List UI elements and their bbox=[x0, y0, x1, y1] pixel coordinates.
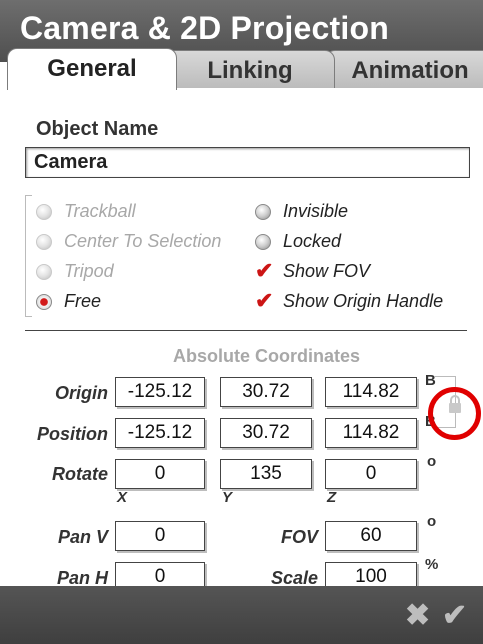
checkmark-icon: ✔ bbox=[255, 258, 274, 283]
axis-z-label: Z bbox=[327, 489, 337, 506]
rotate-unit: o bbox=[427, 453, 437, 470]
window-title: Camera & 2D Projection bbox=[20, 10, 389, 46]
cancel-button[interactable]: ✖ bbox=[405, 598, 430, 633]
fov-field[interactable]: 60 bbox=[325, 521, 417, 551]
object-name-label: Object Name bbox=[36, 118, 159, 140]
origin-label: Origin bbox=[55, 383, 108, 403]
rotate-label: Rotate bbox=[51, 464, 108, 484]
object-name-field[interactable]: Camera bbox=[25, 147, 470, 178]
position-label: Position bbox=[37, 424, 108, 444]
radio-icon bbox=[36, 234, 52, 250]
scale-unit: % bbox=[425, 556, 439, 573]
radio-icon bbox=[255, 204, 271, 220]
origin-z-field[interactable]: 114.82 bbox=[325, 377, 417, 407]
mode-free-label: Free bbox=[64, 291, 102, 311]
axis-x-label: X bbox=[117, 489, 128, 506]
section-divider bbox=[25, 330, 467, 331]
fov-label: FOV bbox=[280, 527, 318, 547]
show-origin-handle-label: Show Origin Handle bbox=[283, 291, 444, 311]
tab-animation[interactable]: Animation bbox=[325, 50, 483, 88]
pan-v-field[interactable]: 0 bbox=[115, 521, 205, 551]
position-y-field[interactable]: 30.72 bbox=[220, 418, 312, 448]
tab-general[interactable]: General bbox=[7, 48, 177, 90]
invisible-label: Invisible bbox=[283, 201, 349, 221]
tab-linking[interactable]: Linking bbox=[165, 50, 335, 88]
rotate-x-field[interactable]: 0 bbox=[115, 459, 205, 489]
position-x-field[interactable]: -125.12 bbox=[115, 418, 205, 448]
position-z-field[interactable]: 114.82 bbox=[325, 418, 417, 448]
mode-center-to-selection-label: Center To Selection bbox=[64, 231, 222, 251]
mode-trackball-label: Trackball bbox=[64, 201, 136, 221]
pan-v-label: Pan V bbox=[57, 527, 108, 547]
fov-unit: o bbox=[427, 513, 437, 530]
mode-group-bracket bbox=[25, 195, 32, 317]
mode-tripod-label: Tripod bbox=[64, 261, 114, 281]
absolute-coordinates-heading: Absolute Coordinates bbox=[173, 346, 361, 366]
locked-label: Locked bbox=[283, 231, 342, 251]
radio-icon bbox=[255, 234, 271, 250]
highlight-circle bbox=[428, 387, 481, 440]
origin-x-field[interactable]: -125.12 bbox=[115, 377, 205, 407]
radio-icon bbox=[36, 204, 52, 220]
radio-icon bbox=[36, 264, 52, 280]
rotate-y-field[interactable]: 135 bbox=[220, 459, 312, 489]
ok-button[interactable]: ✔ bbox=[442, 598, 467, 633]
radio-selected-icon bbox=[36, 294, 52, 310]
bottom-bar: ✖ ✔ bbox=[0, 586, 483, 644]
origin-y-field[interactable]: 30.72 bbox=[220, 377, 312, 407]
checkmark-icon: ✔ bbox=[255, 288, 274, 313]
show-fov-label: Show FOV bbox=[283, 261, 371, 281]
axis-y-label: Y bbox=[222, 489, 233, 506]
camera-dialog: Camera & 2D Projection Animation Linking… bbox=[0, 0, 483, 644]
rotate-z-field[interactable]: 0 bbox=[325, 459, 417, 489]
